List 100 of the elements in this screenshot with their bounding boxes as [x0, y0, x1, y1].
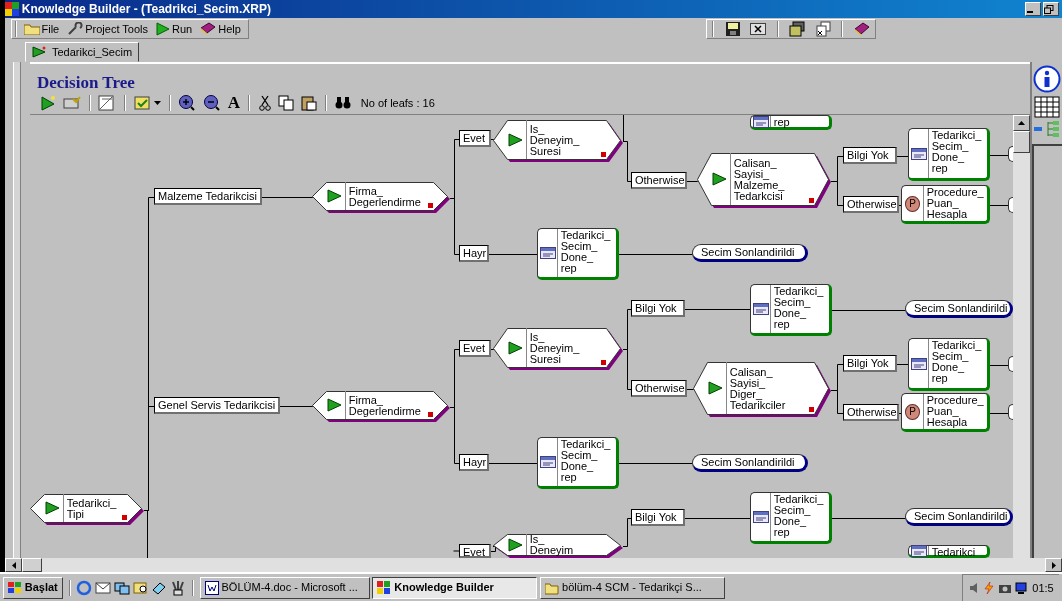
report-node[interactable]: Tedarikci_ Secim_ Done_ rep [908, 338, 990, 391]
paste-icon [301, 95, 318, 111]
report-node[interactable]: Tedarikci_ Secim_ Done_ rep [750, 492, 832, 544]
report-node[interactable]: Tedarikci [908, 545, 990, 558]
report-node[interactable]: Tedarikci_ Secim_ Done_ rep [908, 128, 990, 181]
taskbar-button[interactable]: Knowledge Builder [372, 576, 538, 599]
decision-node[interactable]: Is_ Deneyim_ Suresi [493, 120, 623, 162]
run-icon [40, 95, 56, 111]
branch-label[interactable]: Bilgi Yok [631, 300, 685, 317]
toolbar-button[interactable] [299, 94, 320, 112]
report-node[interactable]: rep [750, 115, 832, 130]
report-icon [752, 511, 769, 523]
report-icon [752, 303, 769, 315]
connector-line [989, 155, 1009, 156]
decision-node[interactable]: Is_ Deneyim_ Suresi [493, 328, 623, 370]
marker-icon [809, 407, 814, 412]
report-node[interactable]: Tedarikci_ Secim_ Done_ rep [750, 284, 832, 336]
menu-item[interactable]: Project Tools [63, 20, 152, 38]
connector-line [453, 550, 460, 552]
decision-node[interactable]: Tedarikci_ Tipi [30, 494, 144, 525]
play-icon [327, 397, 342, 413]
connector-line [684, 518, 751, 519]
save-icon [724, 21, 741, 37]
menu-item[interactable]: File [19, 20, 64, 38]
branch-label[interactable]: Otherwise [843, 404, 899, 421]
connector-line [989, 413, 1009, 414]
terminal-node[interactable]: Secim Sonlandirildi [692, 454, 808, 472]
branch-label[interactable]: Evet [459, 544, 491, 558]
node-text: Tedarikci_ Secim_ Done_ rep [772, 285, 824, 330]
start-button[interactable]: Başlat [2, 576, 63, 599]
branch-label[interactable]: Bilgi Yok [631, 509, 685, 526]
toolbar-button[interactable] [787, 20, 808, 38]
procedure-node[interactable]: P Procedure_ Puan_ Hesapla [901, 393, 990, 432]
branch-label[interactable]: Bilgi Yok [843, 355, 897, 372]
decision-node[interactable]: Firma_ Degerlendirme [312, 182, 450, 213]
taskbar-button[interactable]: bölüm-4 SCM - Tedarikçi S... [540, 576, 726, 599]
procedure-badge: P [904, 403, 921, 420]
browser-icon[interactable] [76, 579, 93, 596]
menu-item[interactable]: Help [196, 20, 245, 38]
terminal-node[interactable]: Secim Sonlandirildi [905, 300, 1013, 318]
branch-label[interactable]: Otherwise [631, 172, 687, 189]
connector-line [830, 390, 844, 414]
tool-icon[interactable] [170, 579, 187, 596]
connector-line [898, 205, 902, 206]
toolbar-button[interactable] [38, 94, 58, 112]
app-logo-icon [5, 2, 19, 16]
branch-label[interactable]: Genel Servis Tedarikcisi [154, 397, 280, 414]
document-tab[interactable]: Tedarikci_Secim [25, 42, 140, 62]
scroll-left-button[interactable] [5, 558, 22, 572]
branch-label[interactable]: Hayr [459, 245, 489, 262]
branch-label[interactable]: Otherwise [631, 380, 687, 397]
restore-button[interactable] [1043, 2, 1060, 16]
decision-node[interactable]: Firma_ Degerlendirme [312, 391, 450, 422]
mail-icon[interactable] [95, 579, 112, 596]
report-icon [910, 357, 927, 370]
node-text: Is_ Deneyim_ Suresi [528, 123, 580, 157]
connector-line [488, 254, 538, 255]
branch-label[interactable]: Malzeme Tedarikcisi [154, 188, 262, 205]
terminal-node[interactable]: Secim Sonlandirildi [692, 244, 808, 262]
minimize-button[interactable] [1024, 2, 1041, 16]
close-icon [750, 21, 767, 37]
scroll-up-button[interactable] [1013, 115, 1030, 131]
scroll-right-button[interactable] [1045, 558, 1062, 572]
report-node[interactable]: Tedarikci_ Secim_ Done_ rep [537, 437, 619, 489]
toolbar-button[interactable] [131, 94, 163, 112]
font-button[interactable]: A [225, 94, 243, 112]
report-icon [752, 115, 769, 128]
procedure-node[interactable]: P Procedure_ Puan_ Hesapla [901, 185, 990, 224]
clock: 01:5 [1032, 580, 1054, 596]
connector-line [989, 205, 1009, 206]
toolbar-button[interactable] [276, 94, 297, 112]
branch-label[interactable]: Evet [459, 130, 491, 147]
lightning-icon [983, 582, 996, 594]
binoculars-icon [334, 96, 351, 110]
report-icon [910, 147, 927, 160]
node-text: Calisan_ Sayisi_ Malzeme_ Tedarkcisi [732, 157, 785, 202]
report-icon [910, 544, 927, 557]
connector-line [279, 406, 313, 407]
decision-node[interactable]: Is_ Deneyim [493, 534, 623, 558]
play-icon [327, 188, 342, 204]
menu-item[interactable]: Run [152, 20, 197, 38]
decision-node[interactable]: Calisan_ Sayisi_ Diger_ Tedarikciler [693, 362, 831, 417]
branch-label[interactable]: Evet [459, 340, 491, 357]
taskbar-button[interactable]: BÖLÜM-4.doc - Microsoft ... [199, 576, 370, 599]
splitter-bar[interactable] [13, 62, 21, 558]
sync-icon[interactable] [113, 579, 130, 596]
terminal-node[interactable]: Secim Sonlandirildi [905, 508, 1013, 526]
branch-label[interactable]: Otherwise [843, 196, 899, 213]
report-node[interactable]: Tedarikci_ Secim_ Done_ rep [537, 228, 619, 280]
decision-node[interactable]: Calisan_ Sayisi_ Malzeme_ Tedarkcisi [697, 153, 831, 208]
branch-label[interactable]: Bilgi Yok [843, 147, 897, 164]
scroll-thumb[interactable] [1013, 131, 1030, 153]
scroll-thumb[interactable] [22, 558, 42, 572]
connector-line [830, 181, 844, 206]
toolbar-button[interactable] [748, 20, 769, 38]
search-icon[interactable] [132, 579, 149, 596]
play-icon [708, 380, 723, 396]
marker-icon [428, 412, 433, 417]
book-icon [853, 21, 870, 37]
branch-label[interactable]: Hayr [459, 454, 489, 471]
